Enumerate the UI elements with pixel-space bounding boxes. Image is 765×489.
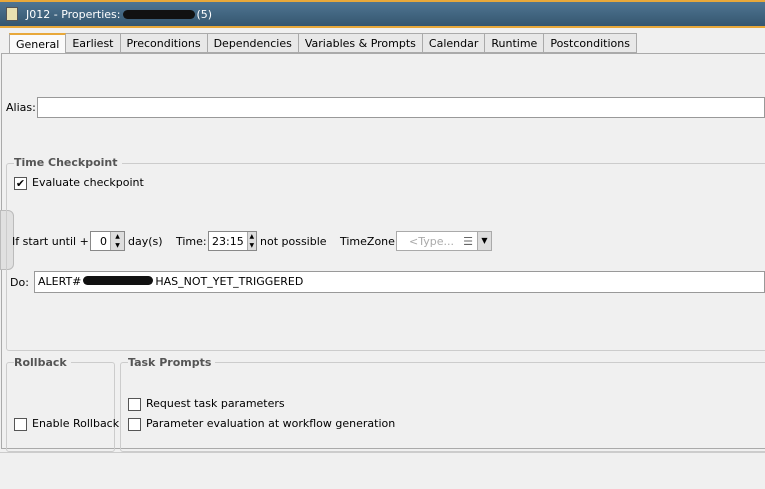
- evaluate-checkpoint-label: Evaluate checkpoint: [32, 176, 144, 189]
- parameter-evaluation-checkbox[interactable]: Parameter evaluation at workflow generat…: [128, 417, 395, 431]
- redacted-text: [83, 276, 154, 285]
- task-prompts-title: Task Prompts: [128, 356, 216, 369]
- enable-rollback-checkbox[interactable]: Enable Rollback: [14, 417, 119, 431]
- tab-dependencies[interactable]: Dependencies: [207, 33, 299, 53]
- tab-variables-prompts[interactable]: Variables & Prompts: [298, 33, 423, 53]
- request-task-parameters-label: Request task parameters: [146, 397, 285, 410]
- spinner-arrows-icon[interactable]: ▲ ▼: [246, 232, 256, 250]
- alias-label: Alias:: [6, 101, 36, 114]
- checkbox-unchecked-icon: [14, 417, 27, 431]
- tab-bar: General Earliest Preconditions Dependenc…: [9, 33, 637, 54]
- do-value-prefix: ALERT#: [38, 275, 82, 288]
- tab-runtime[interactable]: Runtime: [485, 33, 545, 53]
- checkbox-unchecked-icon: [128, 397, 141, 411]
- time-checkpoint-group: [6, 163, 765, 351]
- tab-earliest[interactable]: Earliest: [66, 33, 121, 53]
- window-title-suffix: (5): [196, 7, 213, 21]
- spinner-arrows-icon[interactable]: ▲ ▼: [110, 232, 124, 250]
- tab-general[interactable]: General: [9, 33, 67, 54]
- tab-postconditions[interactable]: Postconditions: [544, 33, 637, 53]
- days-stepper[interactable]: 0 ▲ ▼: [90, 231, 125, 251]
- alias-input[interactable]: [37, 97, 765, 118]
- days-unit: day(s): [128, 235, 163, 248]
- checkbox-unchecked-icon: [128, 417, 141, 431]
- request-task-parameters-checkbox[interactable]: Request task parameters: [128, 397, 285, 411]
- parameter-evaluation-label: Parameter evaluation at workflow generat…: [146, 417, 396, 430]
- if-start-label: If start until +:: [12, 235, 93, 248]
- checkbox-checked-icon: ✔: [14, 176, 27, 190]
- list-icon[interactable]: ☰: [463, 235, 473, 248]
- dropdown-arrow-icon[interactable]: ▼: [477, 232, 491, 250]
- not-possible-label: not possible: [260, 235, 327, 248]
- rollback-title: Rollback: [14, 356, 71, 369]
- time-value: 23:15: [212, 234, 244, 248]
- time-stepper[interactable]: 23:15 ▲ ▼: [208, 231, 257, 251]
- time-label: Time:: [176, 235, 207, 248]
- do-label: Do:: [10, 276, 29, 289]
- rollback-group: [6, 362, 115, 452]
- tab-preconditions[interactable]: Preconditions: [120, 33, 208, 53]
- timezone-combo[interactable]: <Type... ☰ ▼: [396, 231, 492, 251]
- status-bar: [0, 452, 765, 489]
- properties-icon: [6, 7, 18, 21]
- timezone-placeholder: <Type...: [409, 234, 454, 248]
- title-bar: J012 - Properties: (5): [0, 0, 765, 28]
- enable-rollback-label: Enable Rollback: [32, 417, 120, 430]
- window-title-prefix: J012 - Properties:: [26, 7, 121, 21]
- tab-calendar[interactable]: Calendar: [422, 33, 486, 53]
- redacted-name: [122, 9, 195, 19]
- do-input[interactable]: ALERT# HAS_NOT_YET_TRIGGERED: [34, 271, 765, 293]
- do-value-suffix: HAS_NOT_YET_TRIGGERED: [155, 275, 304, 288]
- time-checkpoint-title: Time Checkpoint: [14, 156, 122, 169]
- days-value: 0: [100, 234, 107, 248]
- timezone-label: TimeZone:: [340, 235, 399, 248]
- evaluate-checkpoint-checkbox[interactable]: ✔ Evaluate checkpoint: [14, 176, 144, 190]
